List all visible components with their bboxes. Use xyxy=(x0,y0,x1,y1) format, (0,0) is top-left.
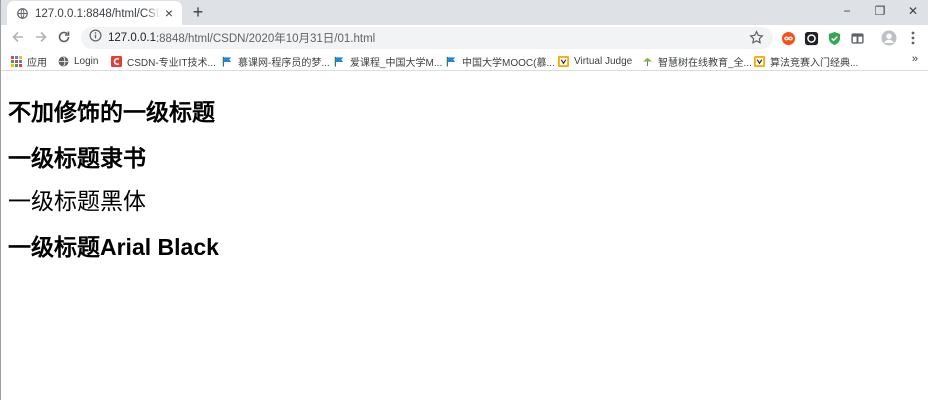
bookmark-imooc[interactable]: 慕课网-程序员的梦... xyxy=(222,54,330,69)
new-tab-button[interactable]: + xyxy=(188,2,208,22)
profile-avatar-icon[interactable] xyxy=(880,29,898,47)
browser-window: 127.0.0.1:8848/html/CSDN/2020年10月31日/01.… xyxy=(0,0,928,400)
tab-active[interactable]: 127.0.0.1:8848/html/CSDN/2020年10月31日/01.… xyxy=(7,1,182,25)
bookmark-virtual-judge[interactable]: Virtual Judge xyxy=(558,54,632,68)
extension-infinity-icon[interactable] xyxy=(779,29,797,47)
csdn-icon xyxy=(111,55,122,67)
menu-kebab-icon[interactable] xyxy=(904,29,922,47)
bookmark-algorithm[interactable]: 算法竞赛入门经典... xyxy=(754,54,859,69)
apps-grid-icon xyxy=(11,55,22,67)
close-window-button[interactable]: ✕ xyxy=(896,0,928,25)
restore-button[interactable]: ❐ xyxy=(863,0,897,25)
bookmark-label: 算法竞赛入门经典... xyxy=(770,57,859,69)
bookmark-csdn[interactable]: CSDN-专业IT技术... xyxy=(111,54,216,69)
reload-button[interactable] xyxy=(53,28,75,50)
extension-shield-icon[interactable] xyxy=(825,29,843,47)
globe-icon xyxy=(17,7,28,19)
extension-circle-icon[interactable] xyxy=(802,29,820,47)
heading-heiti: 一级标题黑体 xyxy=(8,189,146,215)
info-icon[interactable] xyxy=(89,29,102,47)
back-button[interactable] xyxy=(7,28,29,50)
bookmark-apps[interactable]: 应用 xyxy=(11,54,47,69)
flag-icon xyxy=(334,56,345,67)
bookmark-star-icon[interactable] xyxy=(749,30,765,46)
tab-strip: 127.0.0.1:8848/html/CSDN/2020年10月31日/01.… xyxy=(1,0,928,25)
reload-icon xyxy=(57,30,71,49)
vjudge-icon xyxy=(754,55,765,67)
heading-lishu: 一级标题隶书 xyxy=(8,145,146,172)
arrow-right-icon xyxy=(34,30,48,49)
minimize-button[interactable]: − xyxy=(830,0,864,25)
url-host: 127.0.0.1 xyxy=(108,32,156,44)
tree-icon xyxy=(642,56,653,67)
bookmark-zhihuishu[interactable]: 智慧树在线教育_全... xyxy=(642,54,752,69)
vjudge-icon xyxy=(558,55,569,67)
flag-icon xyxy=(222,56,233,67)
bookmark-label: Login xyxy=(74,55,99,67)
bookmarks-bar: 应用 Login CSDN-专业IT技术... 慕课网-程序员的梦... 爱课程… xyxy=(1,52,928,71)
toolbar: 127.0.0.1:8848/html/CSDN/2020年10月31日/01.… xyxy=(1,25,928,52)
bookmark-label: CSDN-专业IT技术... xyxy=(127,57,216,69)
tab-close-icon[interactable]: × xyxy=(162,6,176,20)
bookmark-label: 应用 xyxy=(27,57,47,69)
bookmarks-overflow-button[interactable]: » xyxy=(912,53,918,65)
arrow-left-icon xyxy=(11,30,25,49)
bookmark-label: 爱课程_中国大学M... xyxy=(350,57,443,69)
tab-title: 127.0.0.1:8848/html/CSDN/2020年10月31日/01.… xyxy=(35,8,160,20)
bookmark-label: 智慧树在线教育_全... xyxy=(658,57,752,69)
flag-icon xyxy=(446,56,457,67)
globe-icon xyxy=(58,56,69,67)
bookmark-label: 慕课网-程序员的梦... xyxy=(238,57,330,69)
forward-button[interactable] xyxy=(30,28,52,50)
bookmark-mooc[interactable]: 中国大学MOOC(慕... xyxy=(446,54,555,69)
address-bar[interactable]: 127.0.0.1:8848/html/CSDN/2020年10月31日/01.… xyxy=(81,27,773,49)
bookmark-login[interactable]: Login xyxy=(58,54,98,68)
heading-plain: 不加修饰的一级标题 xyxy=(8,100,215,126)
extension-window-icon[interactable] xyxy=(848,29,866,47)
heading-arial-black: 一级标题Arial Black xyxy=(8,234,219,260)
bookmark-label: Virtual Judge xyxy=(574,55,633,67)
url-path: :8848/html/CSDN/2020年10月31日/01.html xyxy=(155,33,376,45)
bookmark-icourse[interactable]: 爱课程_中国大学M... xyxy=(334,54,443,69)
bookmark-label: 中国大学MOOC(慕... xyxy=(462,57,555,69)
